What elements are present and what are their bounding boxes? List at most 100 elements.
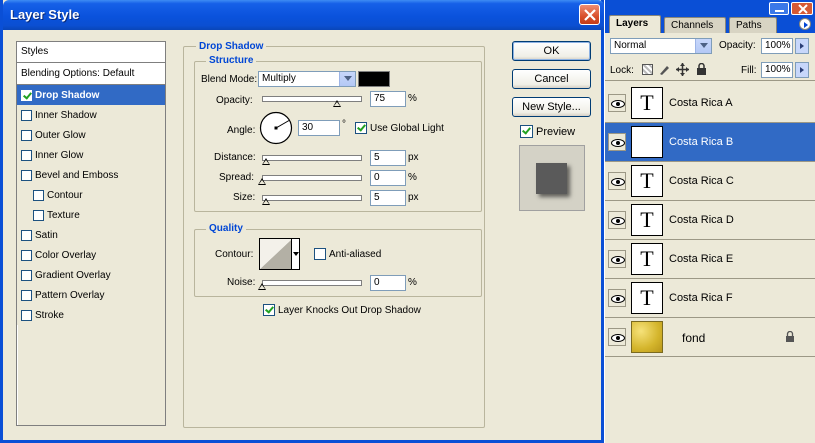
distance-slider-track[interactable] [262, 155, 362, 161]
lock-icon [697, 62, 706, 75]
dialog-titlebar[interactable]: Layer Style [3, 0, 604, 30]
lock-image-icon[interactable] [658, 63, 671, 79]
opacity-label: Opacity: [216, 95, 253, 106]
size-slider-thumb[interactable] [262, 198, 270, 205]
style-item-checkbox[interactable] [33, 189, 44, 201]
visibility-toggle[interactable] [608, 133, 626, 151]
lock-position-icon[interactable] [676, 63, 689, 79]
style-item-texture[interactable]: Texture [17, 205, 165, 225]
style-item-bevel-and-emboss[interactable]: Bevel and Emboss [17, 165, 165, 185]
style-item-checkbox[interactable] [21, 269, 32, 281]
blend-mode-value: Multiply [262, 73, 296, 84]
layer-knocks-out-check[interactable] [263, 304, 275, 316]
style-item-checkbox[interactable] [21, 89, 32, 101]
layer-knocks-out-checkbox[interactable]: Layer Knocks Out Drop Shadow [263, 304, 421, 316]
lock-label: Lock: [610, 65, 634, 76]
visibility-toggle[interactable] [608, 94, 626, 112]
layer-blend-mode-value: Normal [614, 40, 647, 51]
spread-slider-track[interactable] [262, 175, 362, 181]
layer-opacity-arrow[interactable] [795, 38, 809, 54]
contour-dropdown-arrow[interactable] [291, 239, 299, 269]
palette-close-button[interactable] [791, 2, 813, 15]
spread-input[interactable]: 0 [370, 170, 406, 186]
size-input[interactable]: 5 [370, 190, 406, 206]
style-item-checkbox[interactable] [21, 309, 32, 321]
opacity-slider-track[interactable] [262, 96, 362, 102]
style-item-outer-glow[interactable]: Outer Glow [17, 125, 165, 145]
distance-input[interactable]: 5 [370, 150, 406, 166]
use-global-light-checkbox[interactable]: Use Global Light [355, 122, 444, 134]
lock-all-icon[interactable] [696, 62, 707, 79]
style-item-gradient-overlay[interactable]: Gradient Overlay [17, 265, 165, 285]
layer-row[interactable]: fond [605, 318, 815, 357]
style-item-drop-shadow[interactable]: Drop Shadow [17, 85, 165, 105]
use-global-light-check[interactable] [355, 122, 367, 134]
anti-aliased-checkbox[interactable]: Anti-aliased [314, 248, 381, 260]
style-item-checkbox[interactable] [21, 249, 32, 261]
lock-icon [786, 330, 794, 342]
style-item-contour[interactable]: Contour [17, 185, 165, 205]
layer-row[interactable]: T Costa Rica F [605, 279, 815, 318]
eye-icon [611, 100, 625, 108]
style-item-satin[interactable]: Satin [17, 225, 165, 245]
angle-input[interactable]: 30 [298, 120, 340, 136]
tab-paths[interactable]: Paths [729, 17, 777, 33]
layer-row[interactable]: T Costa Rica B [605, 123, 815, 162]
style-item-inner-shadow[interactable]: Inner Shadow [17, 105, 165, 125]
visibility-toggle[interactable] [608, 250, 626, 268]
visibility-toggle[interactable] [608, 328, 626, 346]
size-slider-track[interactable] [262, 195, 362, 201]
close-button[interactable] [579, 4, 600, 25]
opacity-slider-thumb[interactable] [333, 100, 341, 107]
styles-header[interactable]: Styles [17, 42, 165, 63]
palette-menu-button[interactable] [799, 18, 811, 30]
contour-picker[interactable] [259, 238, 300, 270]
preview-checkbox[interactable]: Preview [520, 125, 575, 138]
tab-layers[interactable]: Layers [609, 15, 661, 33]
style-item-color-overlay[interactable]: Color Overlay [17, 245, 165, 265]
style-item-checkbox[interactable] [21, 169, 32, 181]
angle-label: Angle: [227, 125, 256, 136]
layer-row[interactable]: T Costa Rica E [605, 240, 815, 279]
opacity-input[interactable]: 75 [370, 91, 406, 107]
noise-slider-track[interactable] [262, 280, 362, 286]
style-item-checkbox[interactable] [21, 129, 32, 141]
visibility-toggle[interactable] [608, 289, 626, 307]
layer-row[interactable]: T Costa Rica D [605, 201, 815, 240]
layer-opacity-input[interactable]: 100% [761, 38, 793, 54]
fill-arrow[interactable] [795, 62, 809, 78]
style-item-checkbox[interactable] [21, 229, 32, 241]
spread-slider-thumb[interactable] [258, 178, 266, 185]
palette-minimize-button[interactable] [769, 2, 789, 15]
layer-row[interactable]: T Costa Rica C [605, 162, 815, 201]
angle-dial[interactable] [259, 111, 293, 145]
blend-mode-select[interactable]: Multiply [258, 71, 356, 87]
new-style-button[interactable]: New Style... [512, 97, 591, 117]
shadow-color-swatch[interactable] [358, 71, 390, 87]
style-item-checkbox[interactable] [21, 149, 32, 161]
visibility-toggle[interactable] [608, 172, 626, 190]
style-item-checkbox[interactable] [21, 109, 32, 121]
ok-button[interactable]: OK [512, 41, 591, 61]
fill-input[interactable]: 100% [761, 62, 793, 78]
tab-channels[interactable]: Channels [664, 17, 726, 33]
noise-slider-thumb[interactable] [258, 283, 266, 290]
preview-check[interactable] [520, 125, 533, 138]
layer-blend-mode-select[interactable]: Normal [610, 38, 712, 54]
visibility-toggle[interactable] [608, 211, 626, 229]
noise-input[interactable]: 0 [370, 275, 406, 291]
distance-slider-thumb[interactable] [262, 158, 270, 165]
style-item-pattern-overlay[interactable]: Pattern Overlay [17, 285, 165, 305]
style-item-checkbox[interactable] [21, 289, 32, 301]
style-item-stroke[interactable]: Stroke [17, 305, 165, 325]
style-item-inner-glow[interactable]: Inner Glow [17, 145, 165, 165]
anti-aliased-check[interactable] [314, 248, 326, 260]
cancel-button[interactable]: Cancel [512, 69, 591, 89]
style-item-label: Satin [35, 229, 58, 241]
lock-transparent-icon[interactable] [642, 64, 653, 75]
spread-label: Spread: [219, 172, 255, 183]
blending-options-item[interactable]: Blending Options: Default [17, 63, 165, 85]
layer-row[interactable]: T Costa Rica A [605, 84, 815, 123]
style-item-checkbox[interactable] [33, 209, 44, 221]
angle-unit: ° [342, 119, 346, 130]
